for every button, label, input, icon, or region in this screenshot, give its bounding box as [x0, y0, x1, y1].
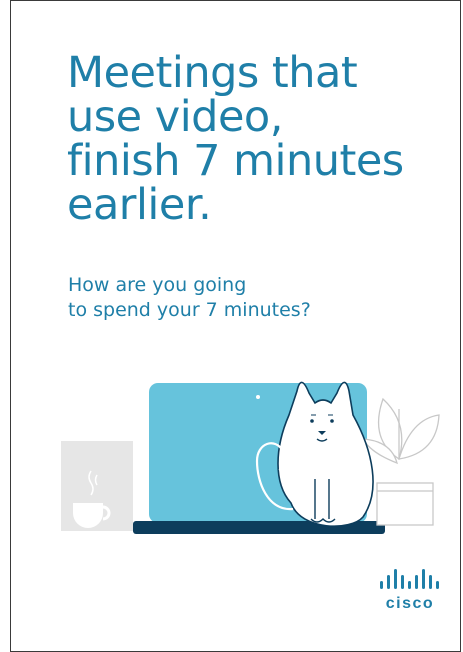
headline-line-3: finish 7 minutes — [67, 136, 404, 186]
cisco-bars-icon — [380, 569, 439, 589]
headline-line-1: Meetings that — [67, 48, 358, 98]
headline-line-2: use video, — [67, 92, 283, 142]
subheadline-line-2: to spend your 7 minutes? — [68, 299, 311, 321]
cisco-wordmark: cisco — [385, 595, 435, 612]
subheadline: How are you going to spend your 7 minute… — [68, 273, 311, 323]
headline-line-4: earlier. — [67, 180, 212, 230]
potted-plant-icon — [361, 397, 440, 526]
poster: Meetings that use video, finish 7 minute… — [10, 0, 461, 652]
subheadline-line-1: How are you going — [68, 274, 247, 296]
coffee-cup-icon — [61, 441, 133, 531]
illustration — [61, 381, 440, 534]
cisco-logo: cisco — [379, 569, 441, 615]
headline: Meetings that use video, finish 7 minute… — [67, 51, 404, 227]
